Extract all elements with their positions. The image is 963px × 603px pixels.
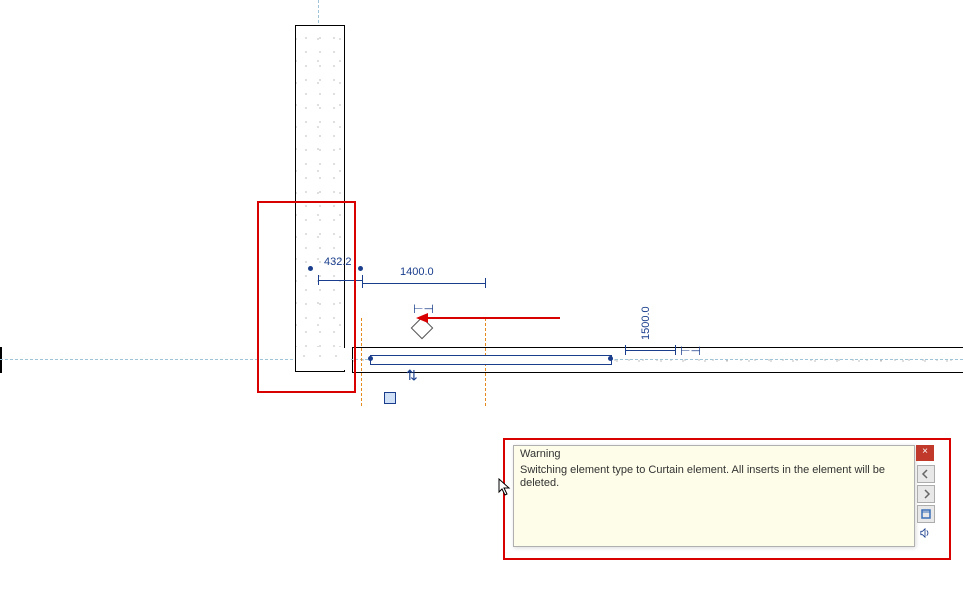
grip-start[interactable]	[368, 356, 373, 361]
drawing-canvas[interactable]: 432.2 1400.0 1500.0 ⊢⊣ ⊢⊣ ⇅ Warning Swit…	[0, 0, 963, 603]
temp-dim-2-text[interactable]: 1400.0	[400, 266, 434, 278]
annotation-highlight-2	[503, 438, 951, 560]
grip-end[interactable]	[608, 356, 613, 361]
element-handle[interactable]	[384, 392, 396, 404]
flip-arrows-icon[interactable]: ⇅	[406, 370, 418, 380]
annotation-arrow-head	[416, 313, 428, 323]
dim-drag-handle[interactable]: ⊢⊣	[680, 344, 701, 358]
temp-dim-1-witness-dot-right[interactable]	[358, 266, 363, 271]
annotation-arrow-line	[428, 317, 560, 319]
annotation-highlight-1	[257, 201, 356, 393]
selected-element[interactable]	[370, 355, 612, 365]
temp-dim-2-line	[362, 278, 485, 279]
temp-dim-3-text[interactable]: 1500.0	[640, 306, 652, 340]
wall-segment-left	[0, 347, 2, 373]
temp-dim-3-line	[625, 345, 675, 346]
extension-line-left	[361, 318, 362, 406]
